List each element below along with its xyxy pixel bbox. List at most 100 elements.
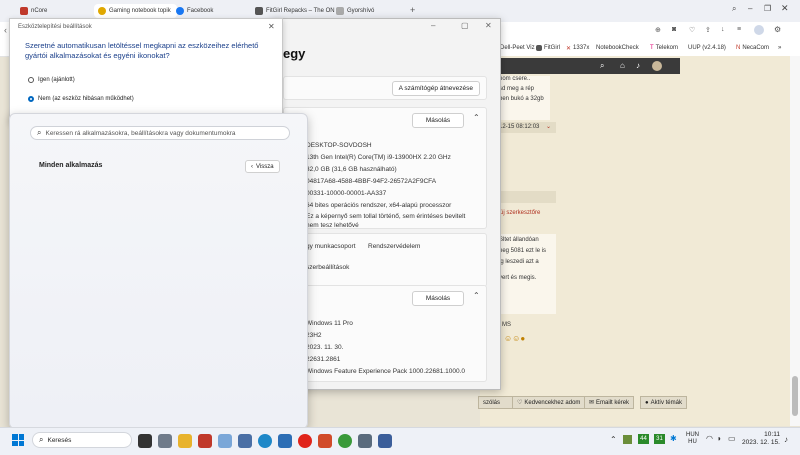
chevron-up-icon[interactable]: ⌃ [610, 435, 617, 444]
bookmark-dell[interactable]: Dell-Peet Viz [500, 42, 535, 54]
wifi-icon[interactable]: ◠ [706, 434, 713, 443]
forum-page: ⌕ ⌂ ♪ nom csere.. sd meg a rép ben bukó … [478, 56, 790, 426]
tray-temperature-badge[interactable]: 44 [638, 434, 649, 444]
taskbar-search[interactable]: ⌕ Keresés [32, 432, 132, 448]
rename-button[interactable]: A számítógép átnevezése [391, 81, 480, 96]
reply-button[interactable]: szólás [478, 396, 516, 409]
device-specs-card: Másolás ⌃ DESKTOP-SOVDOSH 13th Gen Intel… [283, 107, 487, 229]
workgroup-link[interactable]: gy munkacsoport [306, 243, 356, 250]
bookmark-1337x[interactable]: ✕ 1337x [566, 42, 589, 54]
file-explorer-icon[interactable] [178, 434, 192, 448]
chevron-up-icon[interactable]: ⌃ [473, 113, 480, 122]
system-protection-link[interactable]: Rendszervédelem [368, 243, 420, 250]
bookmark-telekom[interactable]: T Telekom [650, 42, 678, 54]
close-icon[interactable]: ✕ [781, 3, 789, 14]
store-icon[interactable] [238, 434, 252, 448]
tab-speed-dial[interactable]: Gyorshívó [332, 4, 410, 18]
volume-icon[interactable]: ◗ [717, 434, 722, 443]
tab-facebook[interactable]: Facebook [172, 4, 255, 18]
close-icon[interactable]: ✕ [268, 22, 275, 31]
radio-no[interactable] [28, 96, 34, 102]
fitgirl-icon [255, 7, 263, 15]
bookmark-icon[interactable]: ♡ [689, 26, 695, 34]
camera-icon[interactable]: ◙ [672, 26, 676, 33]
tray-temperature-badge[interactable]: 31 [654, 434, 665, 444]
advanced-settings-link[interactable]: szerbeállítások [306, 264, 349, 271]
button-label: Emailt kérek [596, 399, 630, 406]
bookmark-label: 1337x [573, 45, 590, 51]
option-yes[interactable]: Igen (ajánlott) [28, 77, 75, 83]
edge-icon[interactable] [258, 434, 272, 448]
profile-icon[interactable] [754, 25, 764, 35]
share-icon[interactable]: ⇪ [705, 26, 711, 34]
back-icon[interactable]: ‹ [4, 25, 7, 35]
app-icon-red[interactable] [198, 434, 212, 448]
search-icon[interactable]: ⌕ [600, 61, 604, 71]
home-icon[interactable]: ⌂ [620, 61, 625, 70]
tab-ncore[interactable]: nCore [16, 4, 94, 18]
favorite-button[interactable]: ♡ Kedvencekhez adom [512, 396, 586, 409]
radio-yes[interactable] [28, 77, 34, 83]
windows-start-icon[interactable] [12, 434, 24, 446]
dialog-question: Szeretné automatikusan letöltéssel megka… [25, 41, 259, 60]
bookmark-uup[interactable]: UUP (v2.4.18) [688, 42, 726, 54]
bookmark-necacom[interactable]: N NecaCom [736, 42, 769, 54]
search-tabs-icon[interactable]: ⌕ [732, 4, 736, 14]
scrollbar-thumb[interactable] [792, 376, 798, 416]
notification-bell-icon[interactable]: ♪ [784, 435, 788, 444]
bookmark-notebookcheck[interactable]: NotebookCheck [596, 42, 639, 54]
start-search-input[interactable]: ⌕ Keressen rá alkalmazásokra, beállításo… [30, 126, 290, 140]
tray-app-icon[interactable] [623, 435, 632, 444]
battery-icon[interactable]: ▭ [728, 434, 736, 443]
dialog-title: Eszköztelepítési beállítások [18, 24, 92, 30]
windows-specs-card: Másolás ⌃ Windows 11 Pro 23H2 2023. 11. … [283, 285, 487, 382]
settings-icon[interactable] [358, 434, 372, 448]
edit-link[interactable]: új szerkesztőre [500, 210, 540, 216]
more-bookmarks-icon[interactable]: » [778, 42, 781, 54]
spec-value: 32,0 GB (31,6 GB használható) [306, 166, 397, 173]
language-indicator[interactable]: HUN HU [686, 432, 699, 446]
minimize-icon[interactable]: – [748, 4, 752, 13]
app-icon-dark-blue[interactable] [378, 434, 392, 448]
settings-icon[interactable]: ⚙ [774, 25, 781, 34]
widgets-icon[interactable] [158, 434, 172, 448]
option-no[interactable]: Nem (az eszköz hibásan működhet) [28, 96, 134, 102]
download-icon[interactable]: ↓ [721, 26, 725, 33]
bookmark-label: NecaCom [742, 45, 770, 51]
opera-icon[interactable] [298, 434, 312, 448]
new-tab-icon[interactable]: + [410, 5, 415, 15]
maximize-icon[interactable]: ▢ [461, 21, 469, 30]
spec-value: DESKTOP-SOVDOSH [306, 142, 372, 149]
forum-icon [98, 7, 106, 15]
active-topics-button[interactable]: ● Aktív témák [640, 396, 687, 409]
bluetooth-icon[interactable]: ✱ [670, 434, 677, 443]
photos-icon[interactable] [218, 434, 232, 448]
utorrent-icon[interactable] [338, 434, 352, 448]
avatar[interactable] [652, 61, 662, 71]
bell-icon[interactable]: ♪ [636, 61, 640, 70]
bookmark-fitgirl[interactable]: FitGirl [536, 42, 560, 54]
scrollbar[interactable] [790, 56, 800, 426]
maximize-icon[interactable]: ❐ [764, 4, 771, 13]
copy-button[interactable]: Másolás [412, 291, 464, 306]
task-view-icon[interactable] [138, 434, 152, 448]
body-line: vert és megis. [499, 275, 537, 281]
related-links-card: gy munkacsoport Rendszervédelem szerbeál… [283, 233, 487, 287]
close-icon[interactable]: ✕ [485, 21, 492, 30]
lang-label: HUN [686, 432, 699, 438]
button-label: szólás [483, 399, 501, 406]
chevron-down-icon[interactable]: ⌄ [546, 123, 551, 130]
tab-fitgirl[interactable]: FitGirl Repacks – The ON [251, 4, 339, 18]
zoom-icon[interactable]: ⊕ [655, 26, 661, 34]
minimize-icon[interactable]: – [431, 21, 435, 30]
back-button[interactable]: ‹ Vissza [245, 160, 280, 173]
app-icon-orange[interactable] [318, 434, 332, 448]
email-button[interactable]: ✉ Emailt kérek [584, 396, 635, 409]
clock[interactable]: 10:11 2023. 12. 15. [742, 431, 780, 447]
tab-gaming-notebook[interactable]: Gaming notebook topik [94, 4, 177, 18]
search-icon: ⌕ [37, 128, 42, 137]
app-icon-blue[interactable] [278, 434, 292, 448]
menu-icon[interactable]: ≡ [737, 26, 741, 33]
chevron-up-icon[interactable]: ⌃ [473, 291, 480, 300]
copy-button[interactable]: Másolás [412, 113, 464, 128]
